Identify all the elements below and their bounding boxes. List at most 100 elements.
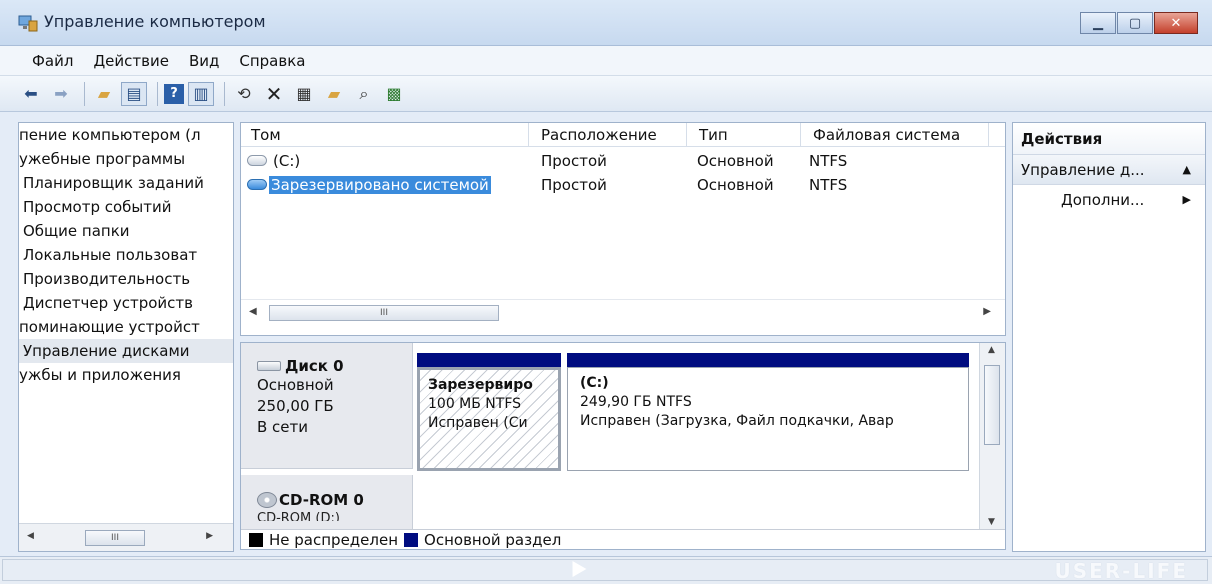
- maximize-icon: ▢: [1128, 15, 1142, 31]
- tree-item-performance[interactable]: Производительность: [19, 267, 233, 291]
- actions-section-label: Управление д...: [1021, 161, 1145, 179]
- legend: Не распределен Основной раздел: [241, 529, 1005, 549]
- scroll-left-icon[interactable]: ◀: [27, 531, 34, 541]
- collapse-up-icon: ▲: [1182, 163, 1191, 176]
- menu-bar: Файл Действие Вид Справка: [0, 46, 1212, 76]
- scroll-right-icon[interactable]: ▶: [983, 306, 991, 317]
- column-header-layout[interactable]: Расположение: [531, 123, 687, 147]
- back-arrow-icon[interactable]: ⬅: [18, 82, 44, 106]
- tree-item-local-users[interactable]: Локальные пользоват: [19, 243, 233, 267]
- title-bar[interactable]: Управление компьютером ▁ ▢ ✕: [0, 0, 1212, 46]
- partition-reserved[interactable]: Зарезервиро 100 МБ NTFS Исправен (Си: [417, 353, 561, 471]
- computer-management-icon: [18, 15, 38, 32]
- watermark: USER-LIFE: [1054, 559, 1188, 583]
- status-bar: USER-LIFE: [0, 556, 1212, 584]
- menu-file[interactable]: Файл: [22, 52, 83, 70]
- actions-more-item[interactable]: Дополни... ▶: [1013, 185, 1205, 215]
- show-hide-console-tree-icon[interactable]: ▤: [121, 81, 147, 106]
- disk-name: Диск 0: [285, 357, 344, 375]
- search-icon[interactable]: ⌕: [351, 82, 377, 106]
- cdrom-sub: CD-ROM (D:): [257, 511, 340, 521]
- computer-management-window: Управление компьютером ▁ ▢ ✕ Файл Действ…: [0, 0, 1212, 584]
- volume-layout: Простой: [541, 152, 607, 170]
- menu-help[interactable]: Справка: [229, 52, 315, 70]
- volume-name: (C:): [273, 152, 301, 170]
- disk-status: В сети: [257, 418, 309, 436]
- partition-status: Исправен (Си: [428, 415, 528, 431]
- export-icon[interactable]: ▩: [381, 82, 407, 106]
- disk-graphical-view: Диск 0 Основной 250,00 ГБ В сети Зарезер…: [240, 342, 1006, 550]
- cdrom-icon: [257, 492, 277, 508]
- volume-filesystem: NTFS: [809, 152, 848, 170]
- disk-type: Основной: [257, 376, 334, 394]
- minimize-button[interactable]: ▁: [1080, 12, 1116, 34]
- partition-bar: [567, 353, 969, 367]
- minimize-icon: ▁: [1093, 15, 1103, 31]
- toolbar-separator: [157, 81, 158, 106]
- disk-0-label[interactable]: Диск 0 Основной 250,00 ГБ В сети: [241, 343, 413, 469]
- legend-label-primary: Основной раздел: [424, 530, 562, 549]
- partition-bar: [417, 353, 561, 367]
- scroll-thumb[interactable]: [984, 365, 1000, 445]
- up-folder-icon[interactable]: ▰: [91, 82, 117, 106]
- help-icon[interactable]: ?: [164, 83, 184, 104]
- close-button[interactable]: ✕: [1154, 12, 1198, 34]
- tree-item-system-tools[interactable]: ужебные программы: [19, 147, 233, 171]
- menu-action[interactable]: Действие: [83, 52, 179, 70]
- show-hide-action-pane-icon[interactable]: ▥: [188, 81, 214, 106]
- cdrom-name: CD-ROM 0: [279, 491, 364, 509]
- table-row[interactable]: (C:) Простой Основной NTFS: [241, 149, 1005, 173]
- toolbar-separator: [84, 81, 85, 106]
- tree-item-shared-folders[interactable]: Общие папки: [19, 219, 233, 243]
- properties-icon[interactable]: ▦: [291, 82, 317, 106]
- tree-horizontal-scrollbar[interactable]: ◀ III ▶: [19, 523, 233, 551]
- volume-horizontal-scrollbar[interactable]: ◀ III ▶: [241, 299, 1005, 325]
- console-tree: пение компьютером (л ужебные программы П…: [18, 122, 234, 552]
- column-header-volume[interactable]: Том: [241, 123, 529, 147]
- tree-item-services-applications[interactable]: ужбы и приложения: [19, 363, 233, 387]
- volume-list-header: Том Расположение Тип Файловая система: [241, 123, 1005, 147]
- tree-item-device-manager[interactable]: Диспетчер устройств: [19, 291, 233, 315]
- menu-view[interactable]: Вид: [179, 52, 229, 70]
- legend-swatch-unallocated: [249, 532, 263, 547]
- legend-label-unallocated: Не распределен: [269, 530, 399, 549]
- scroll-right-icon[interactable]: ▶: [206, 531, 213, 541]
- refresh-icon[interactable]: ⟲: [231, 82, 257, 106]
- volume-type: Основной: [697, 152, 774, 170]
- maximize-button[interactable]: ▢: [1117, 12, 1153, 34]
- delete-icon[interactable]: ✕: [261, 82, 287, 106]
- tree-item-disk-management[interactable]: Управление дисками: [19, 339, 233, 363]
- window-title: Управление компьютером: [44, 12, 266, 31]
- toolbar-separator: [224, 81, 225, 106]
- partition-c[interactable]: (C:) 249,90 ГБ NTFS Исправен (Загрузка, …: [567, 353, 969, 471]
- tree-item-task-scheduler[interactable]: Планировщик заданий: [19, 171, 233, 195]
- partition-name: (C:): [580, 375, 609, 391]
- status-panel: [2, 559, 1208, 581]
- disk-size: 250,00 ГБ: [257, 397, 334, 415]
- disk-view-vertical-scrollbar[interactable]: ▲ ▼: [979, 343, 1005, 531]
- actions-section-disk-management[interactable]: Управление д... ▲: [1013, 155, 1205, 185]
- tree-item-storage[interactable]: поминающие устройст: [19, 315, 233, 339]
- scroll-thumb[interactable]: III: [85, 530, 145, 546]
- submenu-arrow-icon: ▶: [1182, 193, 1191, 206]
- disk-icon: [257, 361, 281, 371]
- volume-type: Основной: [697, 176, 774, 194]
- column-header-filesystem[interactable]: Файловая система: [803, 123, 989, 147]
- tree-item-event-viewer[interactable]: Просмотр событий: [19, 195, 233, 219]
- cdrom-0-label[interactable]: CD-ROM 0 CD-ROM (D:): [241, 475, 413, 537]
- toolbar: ⬅ ➡ ▰ ▤ ? ▥ ⟲ ✕ ▦ ▰ ⌕ ▩: [0, 76, 1212, 112]
- close-icon: ✕: [1170, 15, 1182, 31]
- scroll-up-icon[interactable]: ▲: [988, 345, 995, 355]
- tree-item-computer-management[interactable]: пение компьютером (л: [19, 123, 233, 147]
- actions-item-label: Дополни...: [1061, 191, 1145, 209]
- partition-name: Зарезервиро: [428, 377, 533, 393]
- table-row[interactable]: Зарезервировано системой Простой Основно…: [241, 173, 1005, 197]
- scroll-down-icon[interactable]: ▼: [988, 517, 995, 527]
- column-header-type[interactable]: Тип: [689, 123, 801, 147]
- scroll-thumb[interactable]: III: [269, 305, 499, 321]
- scroll-left-icon[interactable]: ◀: [249, 306, 257, 317]
- volume-filesystem: NTFS: [809, 176, 848, 194]
- open-folder-icon[interactable]: ▰: [321, 82, 347, 106]
- forward-arrow-icon[interactable]: ➡: [48, 82, 74, 106]
- partition-status: Исправен (Загрузка, Файл подкачки, Авар: [580, 413, 894, 429]
